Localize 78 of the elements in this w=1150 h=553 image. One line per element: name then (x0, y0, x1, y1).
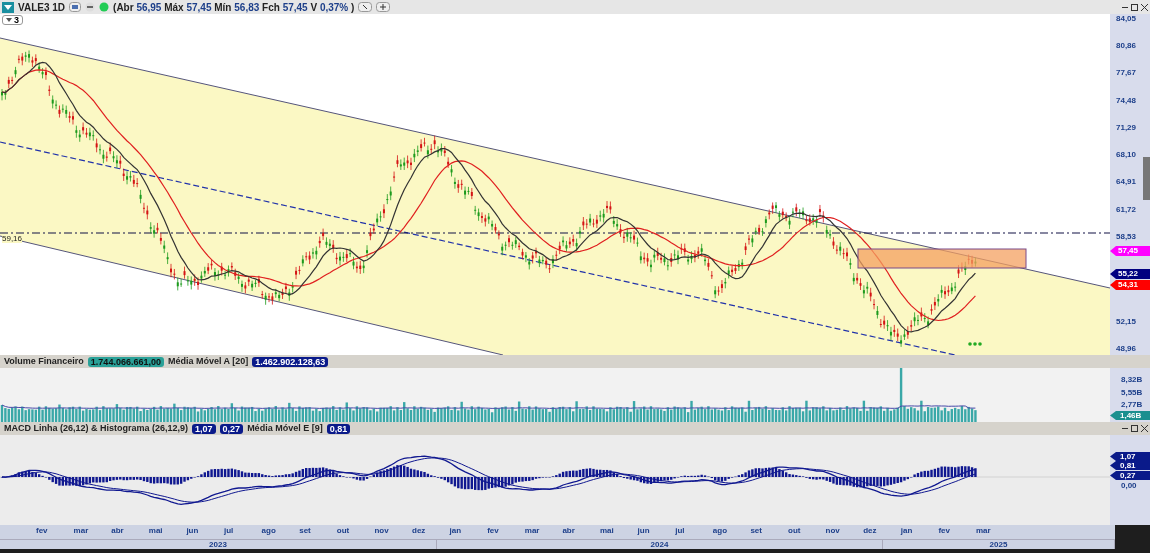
status-dot-icon (99, 2, 110, 12)
indicator-label: Média Móvel A [20] (167, 354, 249, 368)
value-badge: 1.744.066.661,00 (87, 356, 164, 367)
axis-label: 77,67 (1116, 69, 1137, 78)
minus-icon[interactable] (85, 2, 96, 12)
maximize-icon[interactable] (1131, 425, 1138, 432)
year-label: 2023 (0, 540, 437, 549)
panel-title: Volume Financeiro (4, 354, 84, 368)
month-label: mar (976, 527, 991, 535)
axis-label: 64,91 (1116, 178, 1137, 187)
month-label: jun (186, 527, 199, 535)
price-badge: 54,31 (1110, 280, 1150, 290)
month-label: mai (600, 527, 614, 535)
year-label: 2025 (883, 540, 1115, 549)
value-badge: 1,07 (192, 423, 216, 434)
collapse-icon[interactable] (358, 2, 373, 12)
close-icon[interactable] (1141, 3, 1148, 11)
macd-badge: 1,07 (1110, 452, 1150, 461)
month-label: mar (73, 527, 89, 535)
month-label: dez (412, 527, 426, 535)
month-label: dez (863, 527, 877, 535)
value-badge: 1.462.902.128,63 (252, 356, 329, 367)
maximize-icon[interactable] (1131, 3, 1138, 11)
month-label: set (299, 527, 311, 535)
month-label: jan (900, 527, 913, 535)
side-panel-handle[interactable] (1143, 157, 1150, 200)
add-icon[interactable] (376, 2, 391, 12)
symbol-label: VALE3 1D (18, 0, 66, 15)
axis-label: 48,96 (1116, 344, 1137, 353)
dots-icon (968, 342, 982, 346)
month-label: abr (111, 527, 124, 535)
axis-label: 61,72 (1116, 205, 1137, 214)
axis-label: 68,10 (1116, 151, 1137, 160)
month-label: jul (224, 527, 234, 535)
minimize-icon[interactable] (1122, 6, 1128, 8)
month-label: abr (562, 527, 575, 535)
month-label: jun (637, 527, 650, 535)
axis-label: 74,48 (1116, 96, 1137, 105)
panel-title: MACD Linha (26,12) & Histograma (26,12,9) (4, 421, 189, 435)
dropdown-icon[interactable] (2, 1, 14, 13)
axis-label: 80,86 (1116, 42, 1137, 51)
axis-label: 2,77B (1121, 401, 1143, 409)
level-label: 59,16 (2, 235, 23, 243)
month-label: out (788, 527, 801, 535)
month-label: mai (148, 527, 163, 535)
quote-text: (Abr 56,95 Máx 57,45 Mín 56,83 Fch 57,45 V 0,37% ) (113, 0, 355, 15)
axis-label: 84,05 (1116, 15, 1137, 23)
axis-label: 8,32B (1121, 376, 1143, 384)
value-badge: 0,27 (219, 423, 244, 434)
month-label: fev (487, 527, 499, 535)
month-label: ago (712, 527, 728, 535)
month-label: fev (36, 527, 48, 535)
month-label: mar (524, 527, 540, 535)
macd-badge: 0,81 (1110, 461, 1150, 470)
month-label: out (336, 527, 350, 535)
month-label: ago (261, 527, 276, 535)
month-label: jul (675, 527, 685, 535)
chart-type-icon[interactable] (69, 2, 82, 12)
month-label: jan (449, 527, 462, 535)
volume-badge: 1,46B (1110, 411, 1150, 420)
axis-label: 71,29 (1116, 123, 1137, 132)
price-badge: 55,22 (1110, 269, 1150, 279)
price-badge: 57,45 (1110, 246, 1150, 256)
month-label: set (750, 527, 762, 535)
caret-icon (6, 18, 12, 22)
axis-label: 0,00 (1121, 482, 1137, 490)
layout-button[interactable]: 3 (2, 15, 23, 25)
month-label: nov (374, 527, 389, 535)
year-label: 2024 (437, 540, 883, 549)
axis-label: 52,15 (1116, 317, 1137, 326)
macd-badge: 0,27 (1110, 471, 1150, 480)
value-badge: 0,81 (326, 423, 351, 434)
month-label: fev (938, 527, 950, 535)
indicator-label: Média Móvel E [9] (247, 421, 323, 435)
axis-label: 58,53 (1116, 232, 1137, 241)
month-label: nov (825, 527, 840, 535)
axis-label: 5,55B (1121, 389, 1143, 397)
close-icon[interactable] (1141, 425, 1148, 432)
